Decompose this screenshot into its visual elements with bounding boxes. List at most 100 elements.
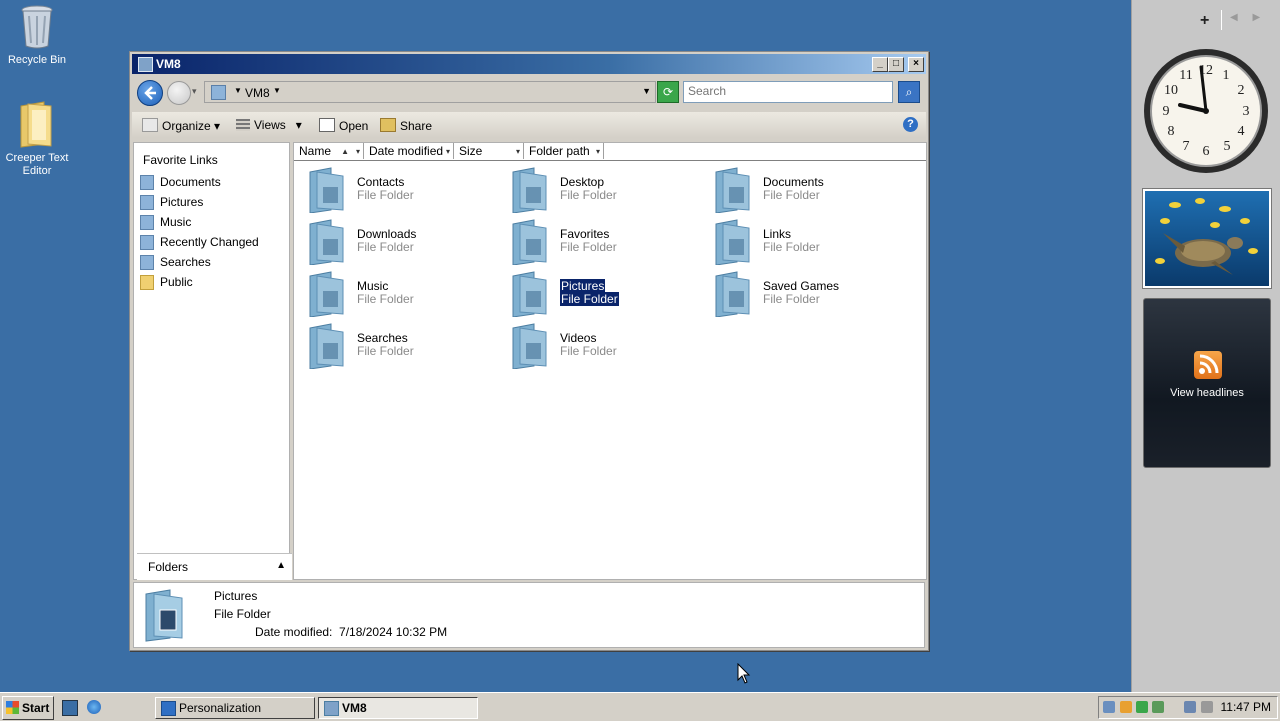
recent-pages-dropdown[interactable]: ▾ bbox=[192, 86, 197, 97]
file-item-type: File Folder bbox=[560, 344, 617, 358]
forward-button[interactable] bbox=[167, 81, 191, 105]
file-item-type: File Folder bbox=[763, 240, 820, 254]
svg-text:7: 7 bbox=[1183, 139, 1190, 154]
network-users-icon[interactable] bbox=[1103, 701, 1115, 713]
contacts-folder-icon bbox=[309, 167, 344, 213]
file-item-pictures[interactable]: Pictures File Folder bbox=[502, 269, 697, 319]
file-item-type: File Folder bbox=[357, 344, 414, 358]
address-folder-icon bbox=[211, 85, 226, 100]
links-folder-icon bbox=[715, 219, 750, 265]
show-desktop-icon[interactable] bbox=[62, 700, 78, 716]
nav-link-pictures[interactable]: Pictures bbox=[138, 193, 288, 211]
column-header-size[interactable]: Size ▾ bbox=[454, 143, 524, 159]
security-icon[interactable] bbox=[1120, 701, 1132, 713]
chevron-up-icon: ▲ bbox=[276, 560, 286, 571]
file-item-videos[interactable]: Videos File Folder bbox=[502, 321, 697, 371]
network-icon[interactable] bbox=[1184, 701, 1196, 713]
nav-link-recently-changed[interactable]: Recently Changed bbox=[138, 233, 288, 251]
searches-folder-icon bbox=[309, 323, 344, 369]
add-gadget-button[interactable]: + bbox=[1200, 12, 1209, 30]
file-item-contacts[interactable]: Contacts File Folder bbox=[299, 165, 494, 215]
file-item-name: Videos bbox=[560, 331, 597, 345]
system-tray: 11:47 PM bbox=[1098, 696, 1278, 719]
file-item-name: Contacts bbox=[357, 175, 405, 189]
maximize-button[interactable]: □ bbox=[888, 57, 904, 72]
taskbar-clock[interactable]: 11:47 PM bbox=[1221, 700, 1271, 714]
task-vm8[interactable]: VM8 bbox=[318, 697, 478, 719]
nav-link-documents[interactable]: Documents bbox=[138, 173, 288, 191]
refresh-button[interactable]: ⟳ bbox=[657, 81, 679, 103]
nav-link-public[interactable]: Public bbox=[138, 273, 288, 291]
open-button[interactable]: Open bbox=[319, 118, 368, 133]
svg-text:11: 11 bbox=[1179, 68, 1192, 83]
folders-toggle[interactable]: Folders ▲ bbox=[137, 553, 292, 580]
search-button[interactable]: ⌕ bbox=[898, 81, 920, 103]
help-button[interactable]: ? bbox=[903, 117, 918, 132]
antivirus-icon[interactable] bbox=[1152, 701, 1164, 713]
nav-link-music[interactable]: Music bbox=[138, 213, 288, 231]
file-item-music[interactable]: Music File Folder bbox=[299, 269, 494, 319]
details-pane: Pictures File Folder Date modified: 7/18… bbox=[133, 582, 925, 648]
close-button[interactable]: × bbox=[908, 57, 924, 72]
sidebar-nav-arrows[interactable]: ◀ ▶ bbox=[1230, 12, 1266, 23]
file-item-documents[interactable]: Documents File Folder bbox=[705, 165, 900, 215]
file-item-type: File Folder bbox=[763, 188, 820, 202]
volume-muted-icon[interactable] bbox=[1201, 701, 1213, 713]
favorite-links-header: Favorite Links bbox=[143, 153, 218, 167]
file-item-name: Documents bbox=[763, 175, 824, 189]
address-history-dropdown[interactable]: ▼ bbox=[642, 86, 651, 96]
views-button[interactable]: Views ▾ bbox=[236, 118, 302, 132]
address-box[interactable]: ▼ VM8 ▼ ▼ bbox=[204, 81, 656, 103]
desktop-folder-icon bbox=[512, 167, 547, 213]
documents-folder-icon bbox=[715, 167, 750, 213]
update-icon[interactable] bbox=[1136, 701, 1148, 713]
rss-icon bbox=[1194, 351, 1222, 379]
file-item-name: Desktop bbox=[560, 175, 605, 189]
folder-icon bbox=[20, 101, 52, 148]
back-button[interactable] bbox=[137, 80, 163, 106]
pictures-folder-icon bbox=[145, 589, 183, 642]
file-item-saved-games[interactable]: Saved Games File Folder bbox=[705, 269, 900, 319]
taskbar: Start Personalization VM8 11:47 PM bbox=[0, 692, 1280, 721]
share-button[interactable]: Share bbox=[380, 118, 432, 133]
search-input[interactable] bbox=[684, 82, 892, 100]
chevron-down-icon[interactable]: ▼ bbox=[273, 86, 281, 95]
slideshow-gadget[interactable] bbox=[1143, 189, 1271, 288]
music-folder-icon bbox=[140, 215, 154, 230]
file-item-name: Pictures bbox=[560, 279, 606, 293]
file-item-links[interactable]: Links File Folder bbox=[705, 217, 900, 267]
desktop-icon-creeper-text-editor[interactable]: Creeper Text Editor bbox=[0, 100, 77, 178]
details-date-modified: Date modified: 7/18/2024 10:32 PM bbox=[255, 625, 448, 639]
minimize-button[interactable]: _ bbox=[872, 57, 888, 72]
file-item-name: Downloads bbox=[357, 227, 417, 241]
svg-text:6: 6 bbox=[1203, 144, 1210, 159]
nav-link-searches[interactable]: Searches bbox=[138, 253, 288, 271]
file-item-type: File Folder bbox=[763, 292, 820, 306]
view-headlines-label[interactable]: View headlines bbox=[1144, 387, 1270, 399]
feed-headlines-gadget[interactable]: View headlines bbox=[1143, 298, 1271, 468]
views-icon bbox=[236, 119, 250, 131]
breadcrumb[interactable]: VM8 bbox=[245, 86, 270, 100]
search-folder-icon bbox=[140, 255, 154, 270]
file-item-type: File Folder bbox=[560, 240, 617, 254]
organize-button[interactable]: Organize ▾ bbox=[142, 118, 220, 133]
file-item-favorites[interactable]: Favorites File Folder bbox=[502, 217, 697, 267]
column-header-date-modified[interactable]: Date modified ▾ bbox=[364, 143, 454, 159]
column-header-name[interactable]: Name ▲ ▾ bbox=[294, 143, 364, 159]
desktop-icon-recycle-bin[interactable]: Recycle Bin bbox=[0, 4, 77, 67]
file-item-downloads[interactable]: Downloads File Folder bbox=[299, 217, 494, 267]
column-header-folder-path[interactable]: Folder path ▾ bbox=[524, 143, 604, 159]
search-box[interactable] bbox=[683, 81, 893, 103]
internet-explorer-icon[interactable] bbox=[87, 700, 101, 714]
file-item-desktop[interactable]: Desktop File Folder bbox=[502, 165, 697, 215]
sidebar-divider bbox=[1221, 10, 1222, 30]
clock-gadget[interactable]: 12 12 345 678 91011 bbox=[1142, 47, 1270, 175]
svg-text:9: 9 bbox=[1163, 104, 1170, 119]
file-item-searches[interactable]: Searches File Folder bbox=[299, 321, 494, 371]
start-button[interactable]: Start bbox=[2, 696, 54, 720]
chevron-down-icon[interactable]: ▼ bbox=[234, 86, 242, 95]
task-personalization[interactable]: Personalization bbox=[155, 697, 315, 719]
window-titlebar[interactable]: VM8 _ □ × bbox=[132, 54, 926, 74]
file-item-name: Favorites bbox=[560, 227, 610, 241]
organize-icon bbox=[142, 118, 158, 132]
